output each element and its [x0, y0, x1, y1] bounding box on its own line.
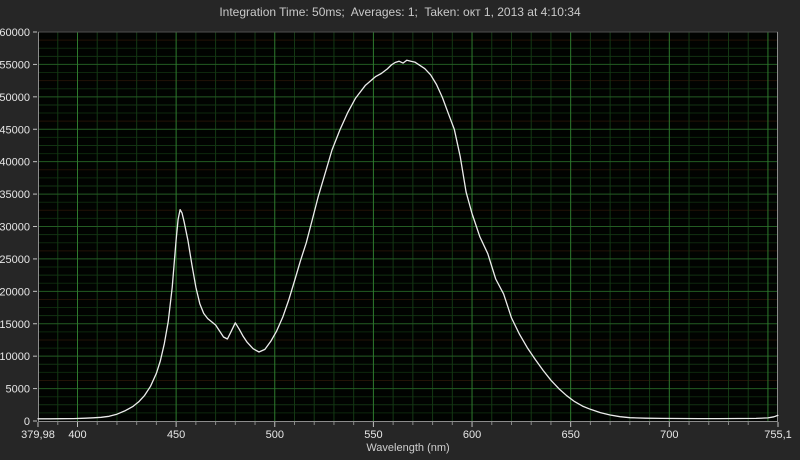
y-tick-label: 40000 — [0, 157, 30, 169]
y-tick-label: 35000 — [0, 189, 30, 201]
y-tick-label: 10000 — [0, 351, 30, 363]
x-tick-label: 379,98 — [21, 429, 55, 441]
spectrometer-window: Integration Time: 50ms; Averages: 1; Tak… — [0, 0, 800, 460]
y-tick-label: 45000 — [0, 124, 30, 136]
y-tick-label: 55000 — [0, 59, 30, 71]
y-tick-label: 25000 — [0, 254, 30, 266]
acquisition-info-title: Integration Time: 50ms; Averages: 1; Tak… — [0, 5, 800, 19]
x-tick-label: 600 — [463, 429, 481, 441]
x-tick-label: 700 — [660, 429, 678, 441]
y-tick-label: 0 — [24, 416, 30, 428]
x-tick-label: 400 — [68, 429, 86, 441]
x-tick-label: 755,1 — [764, 429, 792, 441]
x-tick-label: 550 — [364, 429, 382, 441]
y-tick-label: 50000 — [0, 92, 30, 104]
x-tick-label: 500 — [266, 429, 284, 441]
y-tick-label: 30000 — [0, 222, 30, 234]
y-tick-label: 15000 — [0, 319, 30, 331]
y-tick-label: 5000 — [6, 384, 30, 396]
x-axis-title: Wavelength (nm) — [366, 442, 449, 454]
y-tick-label: 60000 — [0, 27, 30, 39]
spectrum-plot[interactable]: 379,98 400 450 500 550 600 650 700 755,1 0 5000 100… — [0, 0, 800, 460]
y-tick-label: 20000 — [0, 286, 30, 298]
x-tick-label: 650 — [561, 429, 579, 441]
x-tick-label: 450 — [167, 429, 185, 441]
